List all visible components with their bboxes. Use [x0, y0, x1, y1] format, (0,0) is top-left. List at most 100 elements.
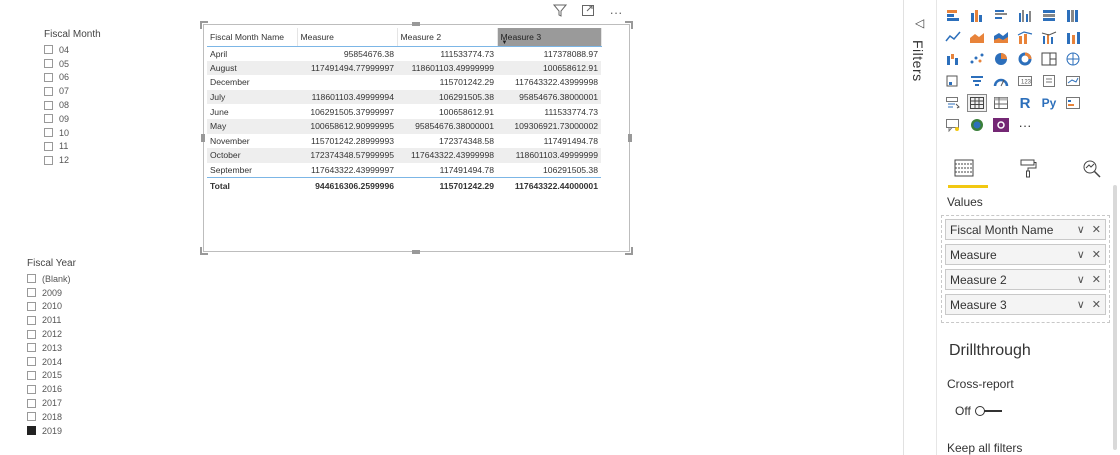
field-well-item[interactable]: Measure 3 ∨ ✕ — [945, 294, 1106, 315]
area-chart-icon[interactable] — [967, 28, 987, 46]
resize-handle-top-right[interactable] — [625, 21, 633, 29]
table-row[interactable]: June 106291505.37999997 100658612.91 111533… — [207, 104, 601, 119]
fiscal-month-item[interactable]: 09 — [44, 112, 101, 126]
table-row[interactable]: August 117491494.77999997 118601103.499999… — [207, 60, 601, 76]
column-header-measure[interactable]: Measure — [297, 28, 398, 47]
checkbox[interactable] — [44, 141, 53, 151]
column-header-measure-2[interactable]: Measure 2 — [397, 28, 498, 47]
checkbox[interactable] — [27, 343, 36, 353]
table-row[interactable]: April 95854676.38 111533774.73 117378088.97 — [207, 46, 601, 61]
resize-handle-top[interactable] — [412, 22, 420, 26]
multi-row-card-icon[interactable] — [1039, 72, 1059, 90]
waterfall-chart-icon[interactable] — [943, 50, 963, 68]
checkbox[interactable] — [44, 45, 53, 55]
checkbox[interactable] — [27, 329, 36, 339]
filters-pane-label[interactable]: Filters — [910, 40, 926, 82]
field-well-item[interactable]: Measure 2 ∨ ✕ — [945, 269, 1106, 290]
card-icon[interactable]: 123 — [1015, 72, 1035, 90]
more-options-icon[interactable]: ··· — [608, 5, 624, 20]
q-and-a-icon[interactable] — [943, 116, 963, 134]
field-well-item[interactable]: Measure ∨ ✕ — [945, 244, 1106, 265]
line-and-stacked-column-chart-icon[interactable] — [1015, 28, 1035, 46]
pane-scrollbar[interactable] — [1113, 185, 1117, 450]
checkbox[interactable] — [27, 384, 36, 394]
donut-chart-icon[interactable] — [1015, 50, 1035, 68]
checkbox[interactable] — [27, 301, 36, 311]
scatter-chart-icon[interactable] — [967, 50, 987, 68]
checkbox[interactable] — [27, 426, 36, 436]
matrix-icon[interactable] — [991, 94, 1011, 112]
remove-field-icon[interactable]: ✕ — [1092, 298, 1101, 311]
table-row[interactable]: July 118601103.49999994 106291505.38 958546… — [207, 89, 601, 105]
line-and-clustered-column-chart-icon[interactable] — [1039, 28, 1059, 46]
chevron-down-icon[interactable]: ∨ — [1077, 298, 1085, 311]
fiscal-year-item[interactable]: 2019 — [27, 424, 76, 438]
chevron-down-icon[interactable]: ∨ — [1077, 223, 1085, 236]
100-stacked-column-chart-icon[interactable] — [1063, 6, 1083, 24]
checkbox[interactable] — [27, 357, 36, 367]
column-header-fiscal-month-name[interactable]: Fiscal Month Name — [207, 28, 298, 47]
fiscal-month-item[interactable]: 04 — [44, 43, 101, 57]
map-icon[interactable] — [1063, 50, 1083, 68]
funnel-icon[interactable] — [967, 72, 987, 90]
checkbox[interactable] — [44, 155, 53, 165]
cross-report-toggle[interactable]: Off — [955, 404, 1003, 418]
pie-chart-icon[interactable] — [991, 50, 1011, 68]
table-row[interactable]: November 115701242.28999993 172374348.58 11… — [207, 134, 601, 149]
stacked-area-chart-icon[interactable] — [991, 28, 1011, 46]
filter-icon[interactable] — [552, 4, 568, 20]
checkbox[interactable] — [27, 315, 36, 325]
power-apps-icon[interactable] — [991, 116, 1011, 134]
fiscal-year-item[interactable]: (Blank) — [27, 272, 76, 286]
more-visuals-icon[interactable]: ··· — [1015, 116, 1035, 134]
checkbox[interactable] — [27, 412, 36, 422]
table-row[interactable]: December 115701242.29 117643322.43999998 — [207, 75, 601, 90]
line-chart-icon[interactable] — [943, 28, 963, 46]
resize-handle-right[interactable] — [628, 134, 632, 142]
checkbox[interactable] — [27, 370, 36, 380]
analytics-magnifier-icon[interactable] — [1075, 158, 1109, 183]
fiscal-month-item[interactable]: 07 — [44, 84, 101, 98]
focus-mode-icon[interactable] — [580, 4, 596, 20]
toggle-switch[interactable] — [974, 406, 1003, 416]
fiscal-month-item[interactable]: 08 — [44, 98, 101, 112]
fiscal-year-item[interactable]: 2009 — [27, 286, 76, 300]
fiscal-year-item[interactable]: 2015 — [27, 369, 76, 383]
field-well-item[interactable]: Fiscal Month Name ∨ ✕ — [945, 219, 1106, 240]
fiscal-month-item[interactable]: 12 — [44, 153, 101, 167]
chevron-down-icon[interactable]: ∨ — [1077, 248, 1085, 261]
resize-handle-bottom-left[interactable] — [200, 247, 208, 255]
filled-map-icon[interactable] — [943, 72, 963, 90]
fiscal-year-item[interactable]: 2012 — [27, 327, 76, 341]
clustered-column-chart-icon[interactable] — [1015, 6, 1035, 24]
format-paint-roller-icon[interactable] — [1011, 158, 1045, 183]
fiscal-year-item[interactable]: 2016 — [27, 382, 76, 396]
r-visual-icon[interactable]: R — [1015, 94, 1035, 112]
arcgis-map-icon[interactable] — [967, 116, 987, 134]
table-row[interactable]: May 100658612.90999995 95854676.38000001 10… — [207, 118, 601, 134]
fiscal-year-item[interactable]: 2014 — [27, 355, 76, 369]
fiscal-year-item[interactable]: 2013 — [27, 341, 76, 355]
resize-handle-left[interactable] — [201, 134, 205, 142]
table-visual-icon[interactable] — [967, 94, 987, 112]
remove-field-icon[interactable]: ✕ — [1092, 248, 1101, 261]
checkbox[interactable] — [44, 86, 53, 96]
stacked-column-chart-icon[interactable] — [967, 6, 987, 24]
filters-pane-collapsed[interactable]: ◁ Filters — [903, 0, 936, 455]
checkbox[interactable] — [44, 128, 53, 138]
table-row[interactable]: September 117643322.43999997 117491494.78 1… — [207, 163, 601, 178]
fiscal-month-item[interactable]: 10 — [44, 126, 101, 140]
checkbox[interactable] — [44, 100, 53, 110]
python-visual-icon[interactable]: Py — [1039, 94, 1059, 112]
100-stacked-bar-chart-icon[interactable] — [1039, 6, 1059, 24]
fiscal-month-item[interactable]: 05 — [44, 57, 101, 71]
resize-handle-bottom[interactable] — [412, 250, 420, 254]
column-header-measure-3[interactable]: Measure 3 ▼ — [497, 28, 602, 47]
treemap-icon[interactable] — [1039, 50, 1059, 68]
fiscal-year-item[interactable]: 2018 — [27, 410, 76, 424]
kpi-icon[interactable] — [1063, 72, 1083, 90]
gauge-icon[interactable] — [991, 72, 1011, 90]
key-influencers-icon[interactable] — [1063, 94, 1083, 112]
fiscal-month-item[interactable]: 11 — [44, 140, 101, 154]
checkbox[interactable] — [27, 288, 36, 298]
